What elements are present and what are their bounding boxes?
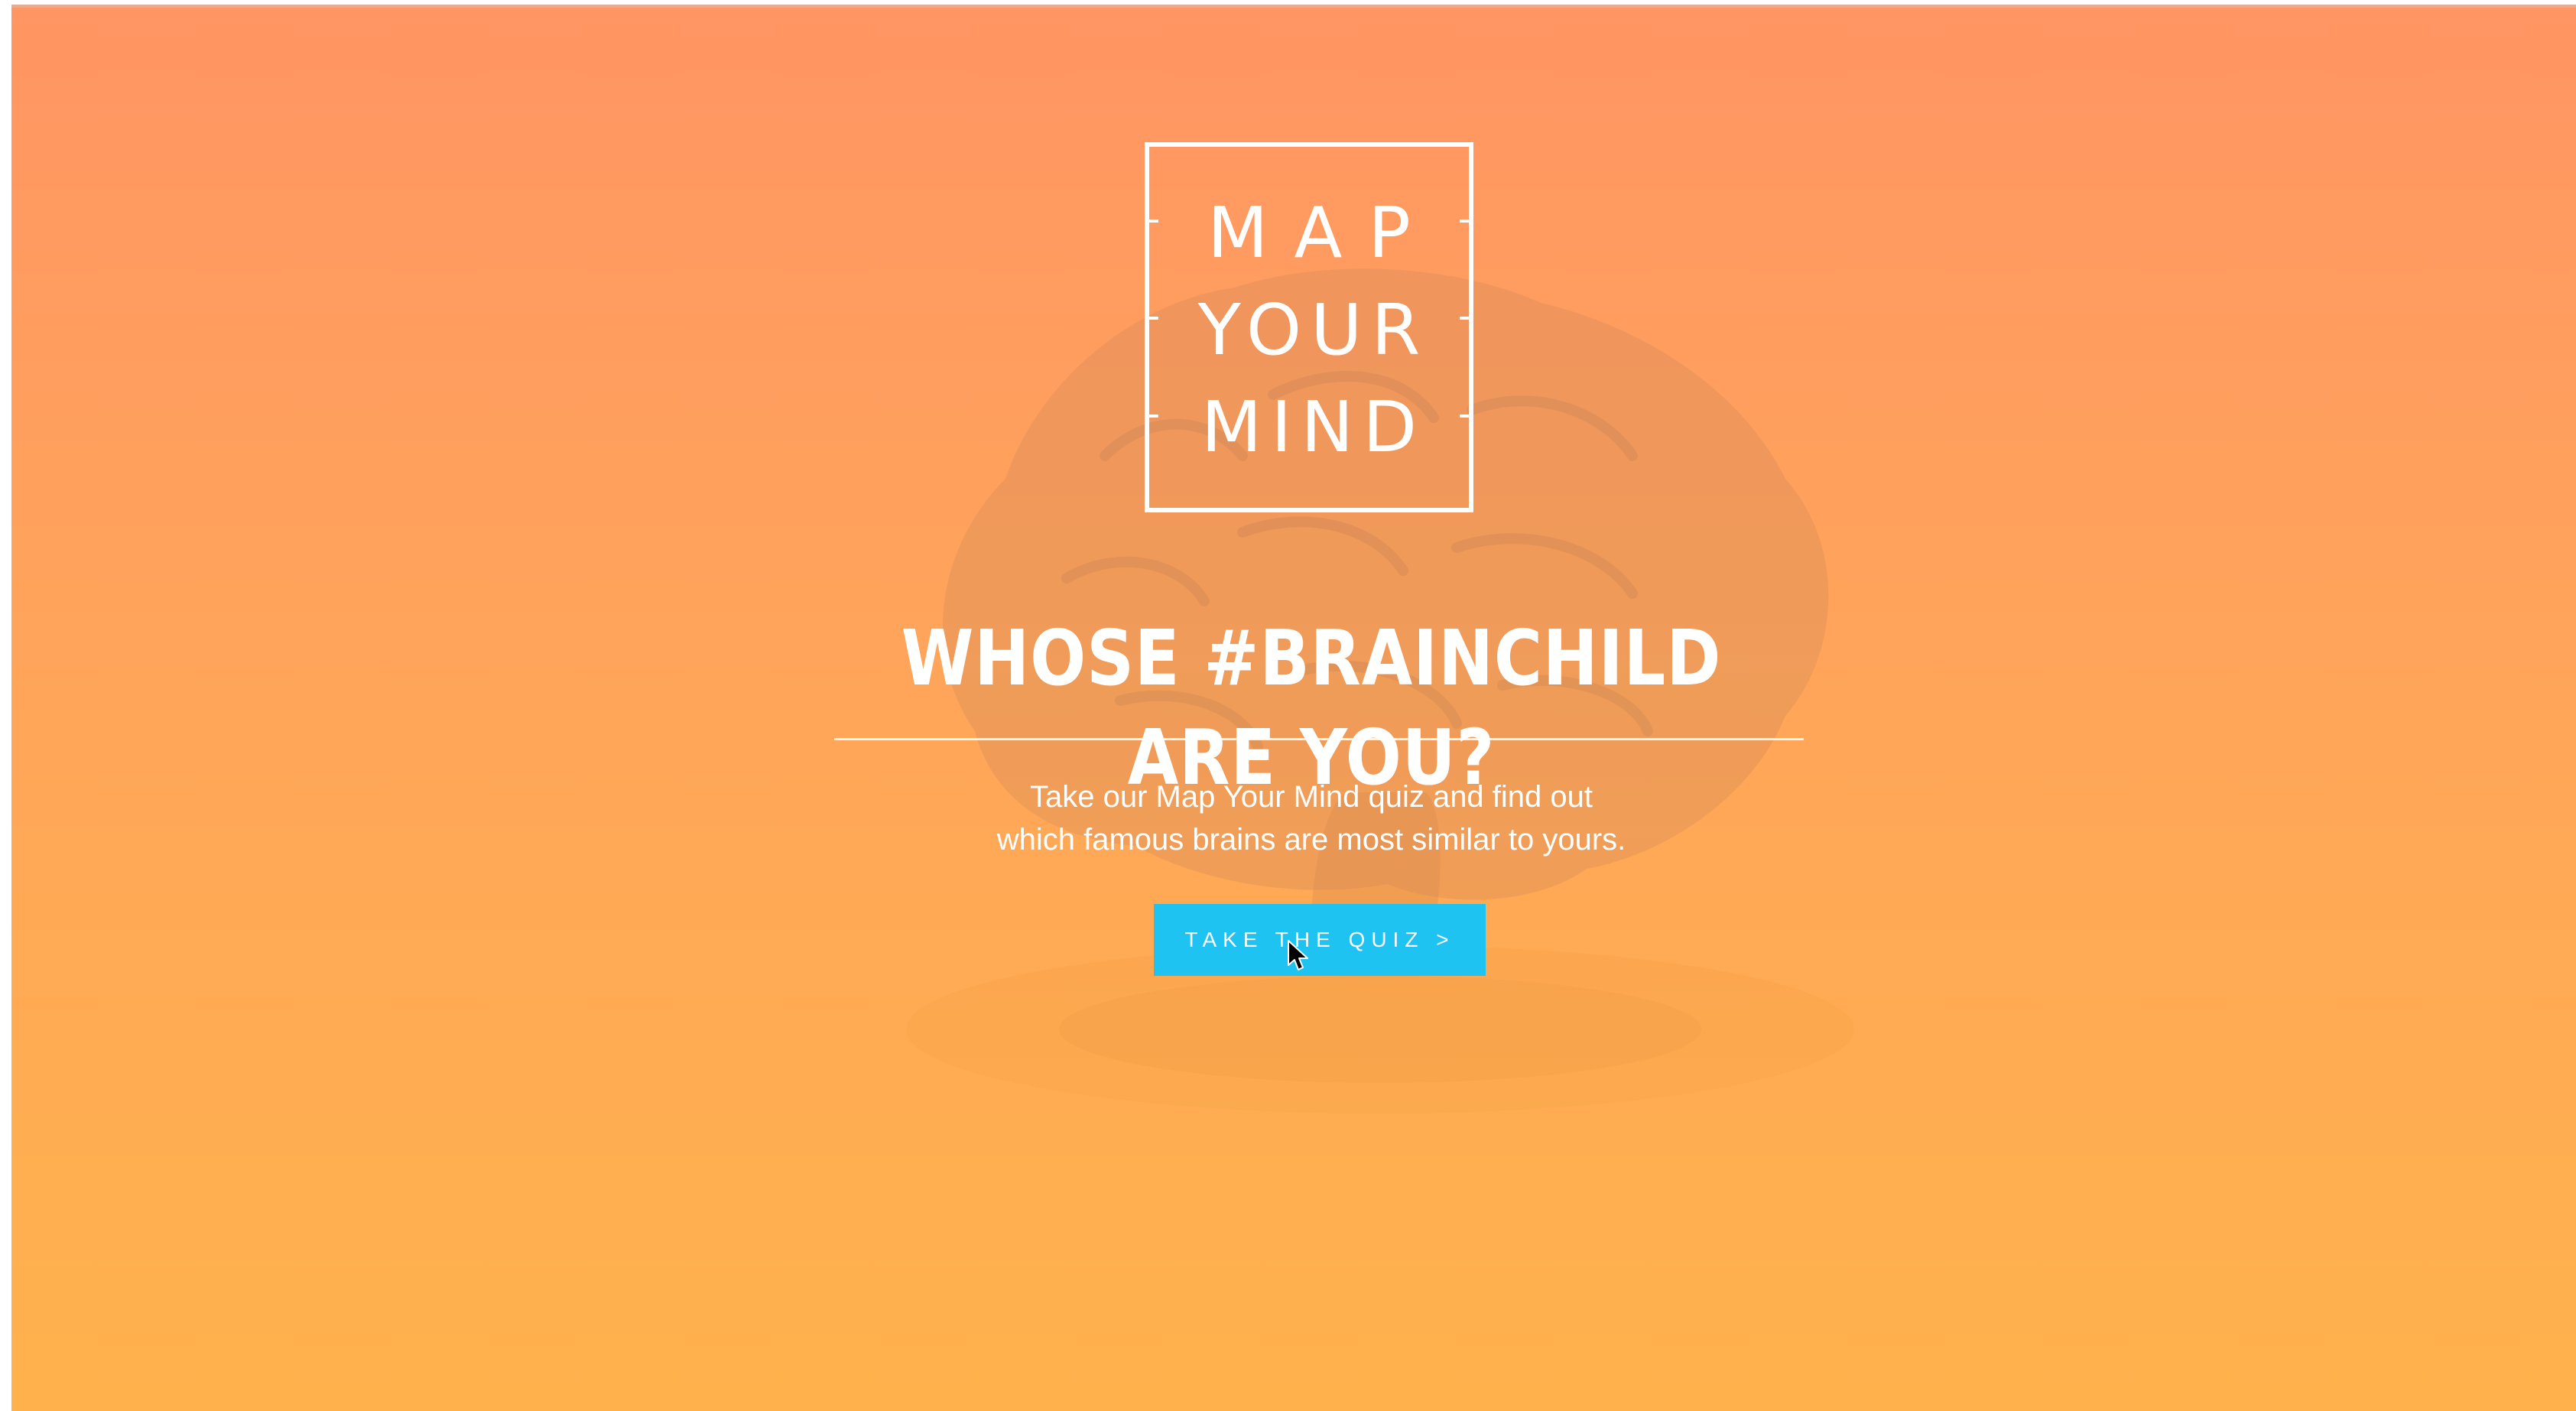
subtitle-line-1: Take our Map Your Mind quiz and find out: [1029, 780, 1593, 814]
map-your-mind-logo: MAP YOUR MIND: [1145, 142, 1473, 512]
hero-subtitle: Take our Map Your Mind quiz and find out…: [776, 775, 1847, 861]
top-border: [11, 5, 2576, 8]
logo-text-mind: MIND: [1200, 386, 1427, 468]
headline-divider: [834, 738, 1804, 740]
take-the-quiz-button[interactable]: TAKE THE QUIZ >: [1154, 904, 1486, 976]
logo-text-your: YOUR: [1197, 289, 1430, 371]
logo-text-map: MAP: [1207, 192, 1437, 274]
arrow-cursor-icon: [1287, 939, 1310, 973]
hero-section: MAP YOUR MIND WHOSE #BRAINCHILD ARE YOU?…: [11, 5, 2576, 1411]
subtitle-line-2: which famous brains are most similar to …: [996, 823, 1626, 857]
page: MAP YOUR MIND WHOSE #BRAINCHILD ARE YOU?…: [0, 0, 2576, 1411]
